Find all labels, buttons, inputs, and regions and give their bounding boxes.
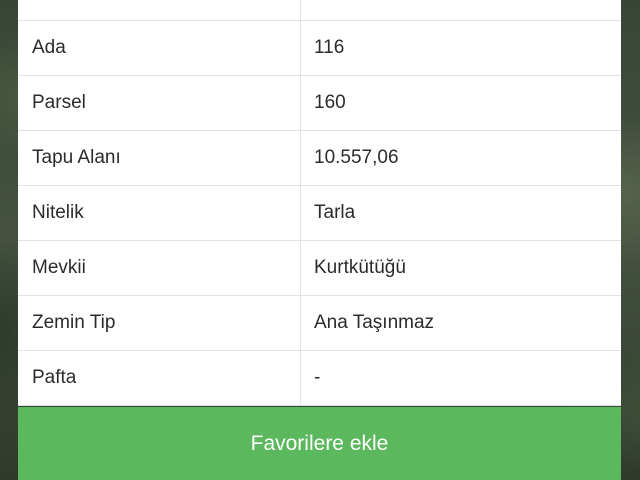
row-label: Mahalle No: [18, 0, 301, 20]
row-value: 159744: [301, 0, 621, 20]
row-value: Kurtkütüğü: [314, 257, 406, 278]
table-row-mevkii: Mevkii Kurtkütüğü: [18, 241, 621, 296]
row-value: 10.557,06: [314, 147, 399, 168]
row-label: Nitelik: [18, 186, 301, 240]
row-value: 116: [314, 37, 345, 58]
row-label: Tapu Alanı: [18, 131, 301, 185]
table-row-pafta: Pafta -: [18, 351, 621, 406]
table-row-tapu-alani: Tapu Alanı 10.557,06: [18, 131, 621, 186]
row-label: Parsel: [18, 76, 301, 130]
table-row-zemin-tip: Zemin Tip Ana Taşınmaz: [18, 296, 621, 351]
parcel-details-table: Mahalle No 159744 Ada 116 Parsel 160 Tap…: [18, 0, 621, 406]
row-label: Pafta: [18, 351, 301, 405]
table-row-mahalle-no: Mahalle No 159744: [18, 0, 621, 21]
row-label: Mevkii: [18, 241, 301, 295]
table-row-ada: Ada 116: [18, 21, 621, 76]
row-value: -: [314, 367, 321, 388]
row-label: Zemin Tip: [18, 296, 301, 350]
row-value: 160: [314, 92, 346, 113]
table-row-parsel: Parsel 160: [18, 76, 621, 131]
add-to-favorites-button[interactable]: Favorilere ekle: [18, 407, 621, 480]
row-value: Tarla: [314, 202, 356, 223]
row-label: Ada: [18, 21, 301, 75]
row-value: Ana Taşınmaz: [314, 312, 435, 333]
table-row-nitelik: Nitelik Tarla: [18, 186, 621, 241]
